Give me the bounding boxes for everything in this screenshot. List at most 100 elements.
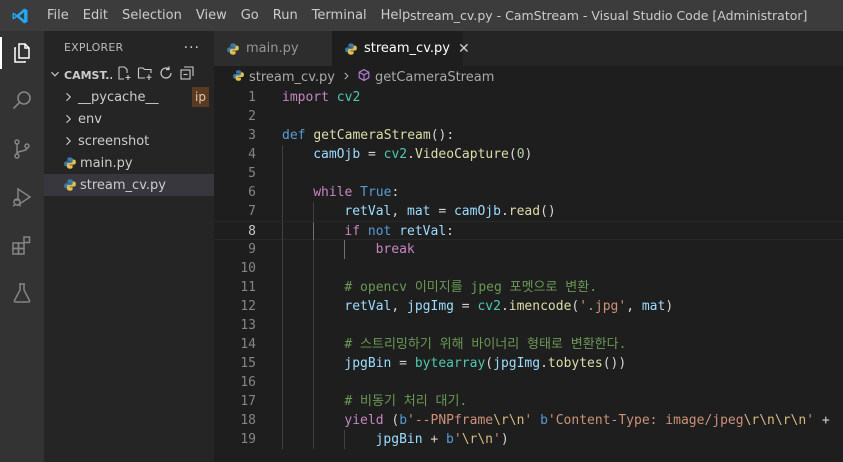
code-token: bytearray bbox=[414, 356, 486, 371]
python-file-icon bbox=[226, 42, 240, 56]
menu-item-go[interactable]: Go bbox=[234, 0, 266, 31]
workspace-section-header[interactable]: CAMST... bbox=[44, 64, 214, 86]
code-token: ' bbox=[493, 432, 501, 447]
indent-guide bbox=[344, 240, 346, 259]
explorer-title: EXPLORER bbox=[64, 41, 124, 54]
code-line[interactable]: 6 while True: bbox=[214, 183, 843, 202]
chevron-right-icon bbox=[60, 135, 76, 147]
refresh-icon[interactable] bbox=[158, 65, 174, 85]
code-text: if not retVal: bbox=[344, 222, 454, 241]
tree-item-label: screenshot bbox=[78, 133, 150, 149]
code-line[interactable]: 18 yield (b'--PNPframe\r\n' b'Content-Typ… bbox=[214, 411, 843, 430]
code-token: camOjb bbox=[313, 147, 361, 162]
code-token: (): bbox=[430, 128, 455, 143]
tab-stream-cv-py[interactable]: stream_cv.py ✕ bbox=[332, 31, 470, 66]
tab-main-py[interactable]: main.py bbox=[214, 31, 332, 66]
indent-guide bbox=[313, 354, 315, 373]
code-token: break bbox=[375, 242, 415, 257]
code-token: imencode bbox=[508, 299, 572, 314]
code-line[interactable]: 13 bbox=[214, 316, 843, 335]
explorer-icon[interactable] bbox=[0, 33, 44, 73]
extensions-icon[interactable] bbox=[0, 225, 44, 265]
code-line[interactable]: 10 bbox=[214, 259, 843, 278]
code-line[interactable]: 2 bbox=[214, 107, 843, 126]
vscode-logo-icon[interactable] bbox=[0, 0, 40, 31]
new-file-icon[interactable] bbox=[116, 65, 132, 85]
more-actions-icon[interactable]: ··· bbox=[184, 40, 200, 56]
code-line[interactable]: 1 import cv2 bbox=[214, 88, 843, 107]
code-token: , bbox=[626, 299, 642, 314]
code-token: ( bbox=[485, 356, 494, 371]
run-debug-icon[interactable] bbox=[0, 177, 44, 217]
code-token: ' bbox=[806, 413, 815, 428]
breadcrumb-symbol[interactable]: getCameraStream bbox=[357, 68, 494, 86]
indent-guide bbox=[282, 373, 283, 392]
breadcrumb-file[interactable]: stream_cv.py bbox=[232, 69, 335, 86]
code-line[interactable]: 7 retVal, mat = camOjb.read() bbox=[214, 202, 843, 221]
source-control-icon[interactable] bbox=[0, 129, 44, 169]
code-text: # 비동기 처리 대기. bbox=[344, 392, 467, 411]
code-token: '--PNPframe bbox=[407, 413, 494, 428]
line-number: 17 bbox=[240, 394, 256, 409]
code-editor[interactable]: 1 import cv2 2 3 def getCameraStream(): 4 camO… bbox=[214, 88, 843, 462]
code-line[interactable]: 12 retVal, jpgImg = cv2.imencode('.jpg', … bbox=[214, 297, 843, 316]
indent-guide bbox=[282, 222, 283, 241]
menu-item-terminal[interactable]: Terminal bbox=[305, 0, 374, 31]
code-line[interactable]: 11 # opencv 이미지를 jpeg 포멧으로 변환. bbox=[214, 278, 843, 297]
menu-item-view[interactable]: View bbox=[189, 0, 234, 31]
code-line[interactable]: 17 # 비동기 처리 대기. bbox=[214, 392, 843, 411]
code-token: import bbox=[282, 90, 329, 105]
close-icon[interactable]: ✕ bbox=[458, 41, 470, 57]
code-token: cv2 bbox=[336, 90, 361, 105]
code-token: yield bbox=[344, 413, 384, 428]
code-token: ) bbox=[665, 299, 674, 314]
code-line[interactable]: 5 bbox=[214, 164, 843, 183]
code-line[interactable]: 3 def getCameraStream(): bbox=[214, 126, 843, 145]
line-number: 10 bbox=[240, 261, 256, 276]
code-line[interactable]: 15 jpgBin = bytearray(jpgImg.tobytes()) bbox=[214, 354, 843, 373]
search-icon[interactable] bbox=[0, 81, 44, 121]
indent-guide bbox=[313, 259, 315, 278]
code-token: # opencv 이미지를 jpeg 포멧으로 변환. bbox=[344, 280, 598, 295]
menu-item-selection[interactable]: Selection bbox=[115, 0, 189, 31]
tree-item-stream-cv-py[interactable]: stream_cv.py bbox=[44, 174, 214, 196]
menu-item-file[interactable]: File bbox=[40, 0, 76, 31]
tree-item-pycache[interactable]: __pycache__ ip bbox=[44, 86, 214, 108]
tree-item-main-py[interactable]: main.py bbox=[44, 152, 214, 174]
new-folder-icon[interactable] bbox=[137, 65, 153, 85]
testing-flask-icon[interactable] bbox=[0, 273, 44, 313]
indent-guide bbox=[282, 278, 283, 297]
tree-item-screenshot[interactable]: screenshot bbox=[44, 130, 214, 152]
menu-item-run[interactable]: Run bbox=[266, 0, 305, 31]
python-file-icon bbox=[62, 156, 78, 170]
python-file-icon bbox=[344, 42, 358, 56]
code-text: retVal, jpgImg = cv2.imencode('.jpg', ma… bbox=[344, 297, 673, 316]
code-text: def getCameraStream(): bbox=[282, 126, 454, 145]
menu-item-edit[interactable]: Edit bbox=[76, 0, 115, 31]
tree-item-env[interactable]: env bbox=[44, 108, 214, 130]
code-line[interactable]: 16 bbox=[214, 373, 843, 392]
code-token: VideoCapture bbox=[414, 147, 509, 162]
collapse-all-icon[interactable] bbox=[179, 65, 195, 85]
code-line[interactable]: 4 camOjb = cv2.VideoCapture(0) bbox=[214, 145, 843, 164]
code-token: ()) bbox=[602, 356, 627, 371]
line-number: 8 bbox=[248, 224, 256, 239]
code-token: ' bbox=[453, 432, 462, 447]
indent-guide bbox=[282, 259, 283, 278]
code-line[interactable]: 14 # 스트리밍하기 위해 바이너리 형태로 변환한다. bbox=[214, 335, 843, 354]
indent-guide bbox=[282, 430, 283, 449]
code-line[interactable]: 8 if not retVal: bbox=[214, 221, 843, 241]
code-token: + bbox=[814, 413, 830, 428]
code-token: = bbox=[360, 147, 384, 162]
line-number: 18 bbox=[240, 413, 256, 428]
line-number: 3 bbox=[248, 128, 256, 143]
indent-guide bbox=[313, 297, 315, 316]
code-line[interactable]: 9 break bbox=[214, 240, 843, 259]
indent-guide bbox=[313, 240, 315, 259]
code-token: # 비동기 처리 대기. bbox=[344, 394, 468, 409]
code-line[interactable]: 19 jpgBin + b'\r\n') bbox=[214, 430, 843, 449]
chevron-right-icon bbox=[60, 91, 76, 103]
